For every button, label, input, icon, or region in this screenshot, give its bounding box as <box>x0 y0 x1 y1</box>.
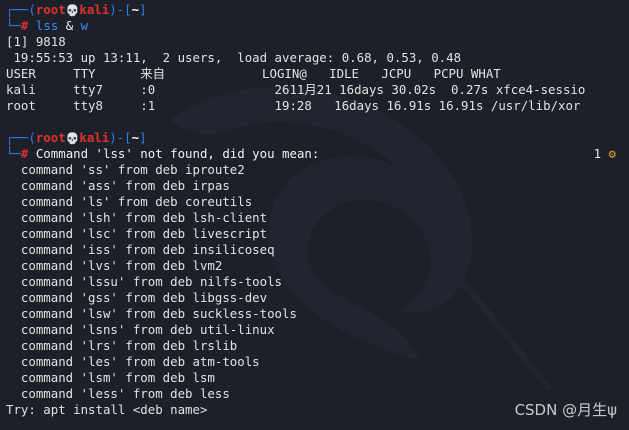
command-name: lss <box>35 18 59 33</box>
prompt-error-line: └─# Command 'lss' not found, did you mea… <box>6 146 616 162</box>
suggestion-line: command 'ls' from deb coreutils <box>6 194 253 209</box>
prompt-host: kali <box>79 130 110 145</box>
skull-icon: 💀 <box>65 4 80 17</box>
prompt-header-line: ┌──(root💀kali)-[~] <box>6 130 147 145</box>
w-row-root: root tty8 :1 19:28 16days 16.91s 16.91s … <box>6 98 581 113</box>
suggestion-line: command 'lsw' from deb suckless-tools <box>6 306 297 321</box>
skull-icon: 💀 <box>65 132 80 145</box>
suggestion-line: command 'lrs' from deb lrslib <box>6 338 238 353</box>
w-row-kali: kali tty7 :0 2611月21 16days 30.02s 0.27s… <box>6 82 586 97</box>
suggestion-line: command 'lsc' from deb livescript <box>6 226 268 241</box>
suggestion-line: command 'les' from deb atm-tools <box>6 354 260 369</box>
prompt-cwd: ~ <box>131 130 140 145</box>
command-operator: & <box>65 18 74 33</box>
prompt-cwd: ~ <box>131 2 140 17</box>
suggestion-line: command 'lvs' from deb lvm2 <box>6 258 223 273</box>
suggestion-line: command 'gss' from deb libgss-dev <box>6 290 268 305</box>
csdn-watermark: CSDN @月生ψ <box>514 401 617 419</box>
prompt-header-line: ┌──(root💀kali)-[~] <box>6 2 147 17</box>
not-found-message: Command 'lss' not found, did you mean: <box>28 146 320 161</box>
suggestion-line: command 'ass' from deb irpas <box>6 178 230 193</box>
background-jobs-badge: 1 ⚙ <box>594 146 616 162</box>
w-header-line: USER TTY 来自 LOGIN@ IDLE JCPU PCPU WHAT <box>6 66 501 81</box>
job-id-line: [1] 9818 <box>6 34 66 49</box>
suggestion-line: command 'lsns' from deb util-linux <box>6 322 275 337</box>
prompt-user: root <box>35 2 66 17</box>
suggestion-line: command 'lsh' from deb lsh-client <box>6 210 268 225</box>
prompt-command-line: └─# lss & w <box>6 18 89 33</box>
suggestion-line: command 'iss' from deb insilicoseq <box>6 242 275 257</box>
suggestion-line: command 'lsm' from deb lsm <box>6 370 215 385</box>
uptime-line: 19:55:53 up 13:11, 2 users, load average… <box>6 50 462 65</box>
jobs-count: 1 <box>593 146 602 161</box>
prompt-user: root <box>35 130 66 145</box>
terminal-output: ┌──(root💀kali)-[~] └─# lss & w [1] 9818 … <box>6 2 626 418</box>
prompt-host: kali <box>79 2 110 17</box>
suggestion-line: command 'lssu' from deb nilfs-tools <box>6 274 283 289</box>
command-arg: w <box>80 18 89 33</box>
suggestion-line: command 'ss' from deb iproute2 <box>6 162 245 177</box>
prompt-hash: # <box>20 18 29 33</box>
gear-icon: ⚙ <box>608 146 616 161</box>
